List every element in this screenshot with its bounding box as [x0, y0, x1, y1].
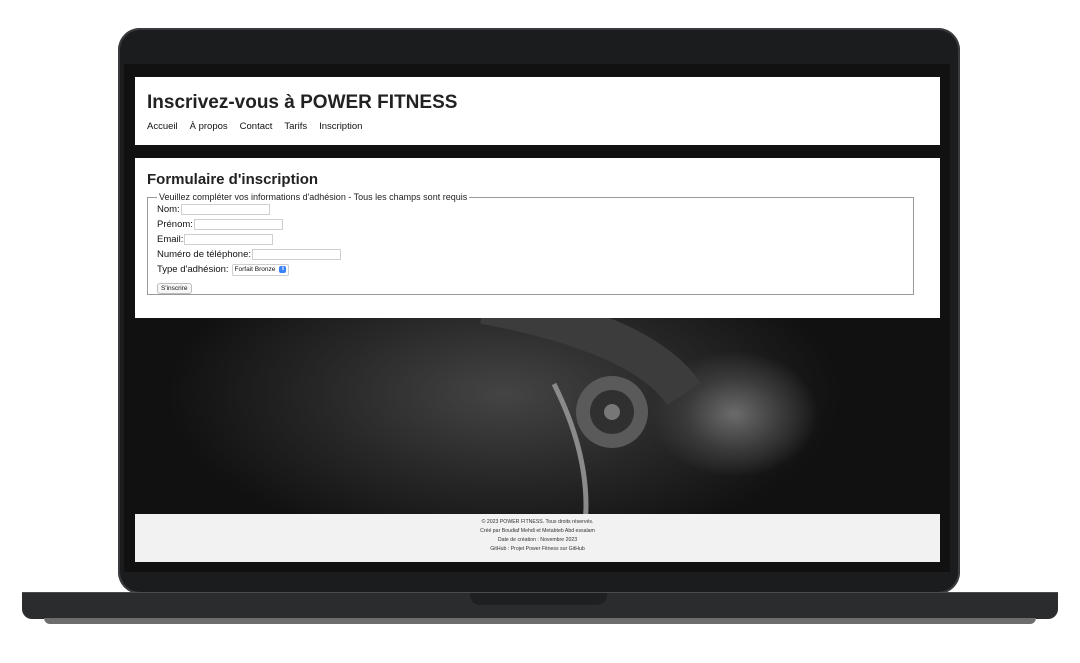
membership-type-row: Type d'adhésion: Forfait Bronze ⇕: [157, 262, 913, 277]
nom-input[interactable]: [180, 204, 270, 215]
main-nav: Accueil À propos Contact Tarifs Inscript…: [147, 121, 362, 132]
laptop-foot: [44, 618, 1036, 624]
membership-type-select[interactable]: Forfait Bronze ⇕: [231, 263, 290, 276]
header-card: Inscrivez-vous à POWER FITNESS Accueil À…: [135, 77, 940, 145]
email-row: Email:: [157, 232, 913, 247]
page-title: Inscrivez-vous à POWER FITNESS: [147, 92, 458, 113]
telephone-input[interactable]: [252, 249, 342, 260]
form-title: Formulaire d'inscription: [147, 171, 319, 188]
laptop-screen: Inscrivez-vous à POWER FITNESS Accueil À…: [124, 64, 950, 572]
email-label: Email:: [157, 234, 184, 245]
nav-inscription[interactable]: Inscription: [319, 121, 362, 132]
nom-row: Nom:: [157, 202, 913, 217]
nav-tarifs[interactable]: Tarifs: [284, 121, 307, 132]
email-input[interactable]: [184, 234, 274, 245]
fieldset-legend: Veuillez compléter vos informations d'ad…: [159, 192, 468, 202]
footer-authors: Créé par Boudiaf Mehdi et Metabteb Abd e…: [480, 528, 595, 534]
select-chevron-icon: ⇕: [279, 266, 287, 273]
telephone-label: Numéro de téléphone:: [157, 249, 252, 260]
nav-a-propos[interactable]: À propos: [190, 121, 228, 132]
prenom-input[interactable]: [193, 219, 283, 230]
footer-github-link[interactable]: GitHub : Projet Power Fitness sur GitHub: [135, 545, 940, 554]
site-footer: © 2023 POWER FITNESS. Tous droits réserv…: [135, 514, 940, 562]
prenom-label: Prénom:: [157, 219, 193, 230]
laptop-notch: [470, 593, 607, 605]
prenom-row: Prénom:: [157, 217, 913, 232]
membership-fieldset: Veuillez compléter vos informations d'ad…: [147, 192, 914, 295]
nav-accueil[interactable]: Accueil: [147, 121, 178, 132]
submit-button[interactable]: S'inscrire: [157, 283, 192, 294]
registration-form-card: Formulaire d'inscription Veuillez complé…: [135, 158, 940, 318]
membership-type-value: Forfait Bronze: [234, 266, 276, 273]
nom-label: Nom:: [157, 204, 180, 215]
footer-date: Date de création : Novembre 2023: [497, 537, 578, 543]
membership-type-label: Type d'adhésion:: [157, 264, 229, 275]
telephone-row: Numéro de téléphone:: [157, 247, 913, 262]
nav-contact[interactable]: Contact: [240, 121, 273, 132]
footer-copyright: © 2023 POWER FITNESS. Tous droits réserv…: [481, 519, 594, 525]
